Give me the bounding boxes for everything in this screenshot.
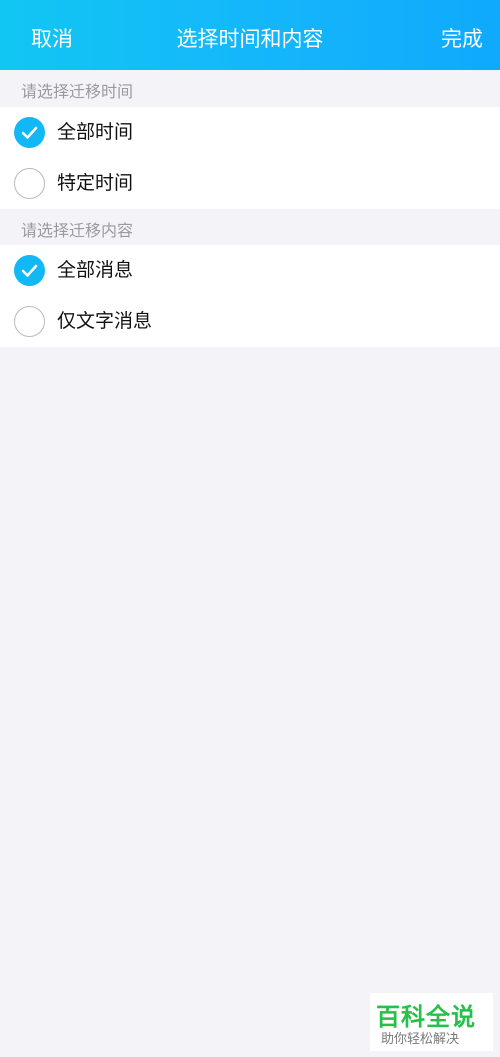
option-specific-time-label: 特定时间 <box>57 172 134 194</box>
page-title: 选择时间和内容 <box>176 27 324 51</box>
check-circle-icon[interactable] <box>14 117 45 148</box>
top-bar: 取消 选择时间和内容 完成 <box>0 0 500 70</box>
done-button[interactable]: 完成 <box>441 0 483 70</box>
watermark-title: 百科全说 <box>376 1003 476 1031</box>
check-circle-icon[interactable] <box>14 255 45 286</box>
watermark-subtitle: 助你轻松解决 <box>381 1032 460 1047</box>
empty-circle-icon[interactable] <box>14 306 45 337</box>
option-specific-time[interactable]: 特定时间 <box>0 158 500 209</box>
option-all-messages-label: 全部消息 <box>57 259 134 281</box>
time-options-group: 全部时间 特定时间 <box>0 107 500 209</box>
content-section-label: 请选择迁移内容 <box>21 221 134 240</box>
content-options-group: 全部消息 仅文字消息 <box>0 245 500 347</box>
option-all-time[interactable]: 全部时间 <box>0 107 500 158</box>
time-section-label: 请选择迁移时间 <box>21 82 134 101</box>
option-text-only-messages[interactable]: 仅文字消息 <box>0 296 500 347</box>
option-text-only-messages-label: 仅文字消息 <box>57 310 153 332</box>
empty-circle-icon[interactable] <box>14 168 45 199</box>
option-all-messages[interactable]: 全部消息 <box>0 245 500 296</box>
option-all-time-label: 全部时间 <box>57 121 134 143</box>
watermark-logo: 百科全说 助你轻松解决 <box>370 993 493 1051</box>
